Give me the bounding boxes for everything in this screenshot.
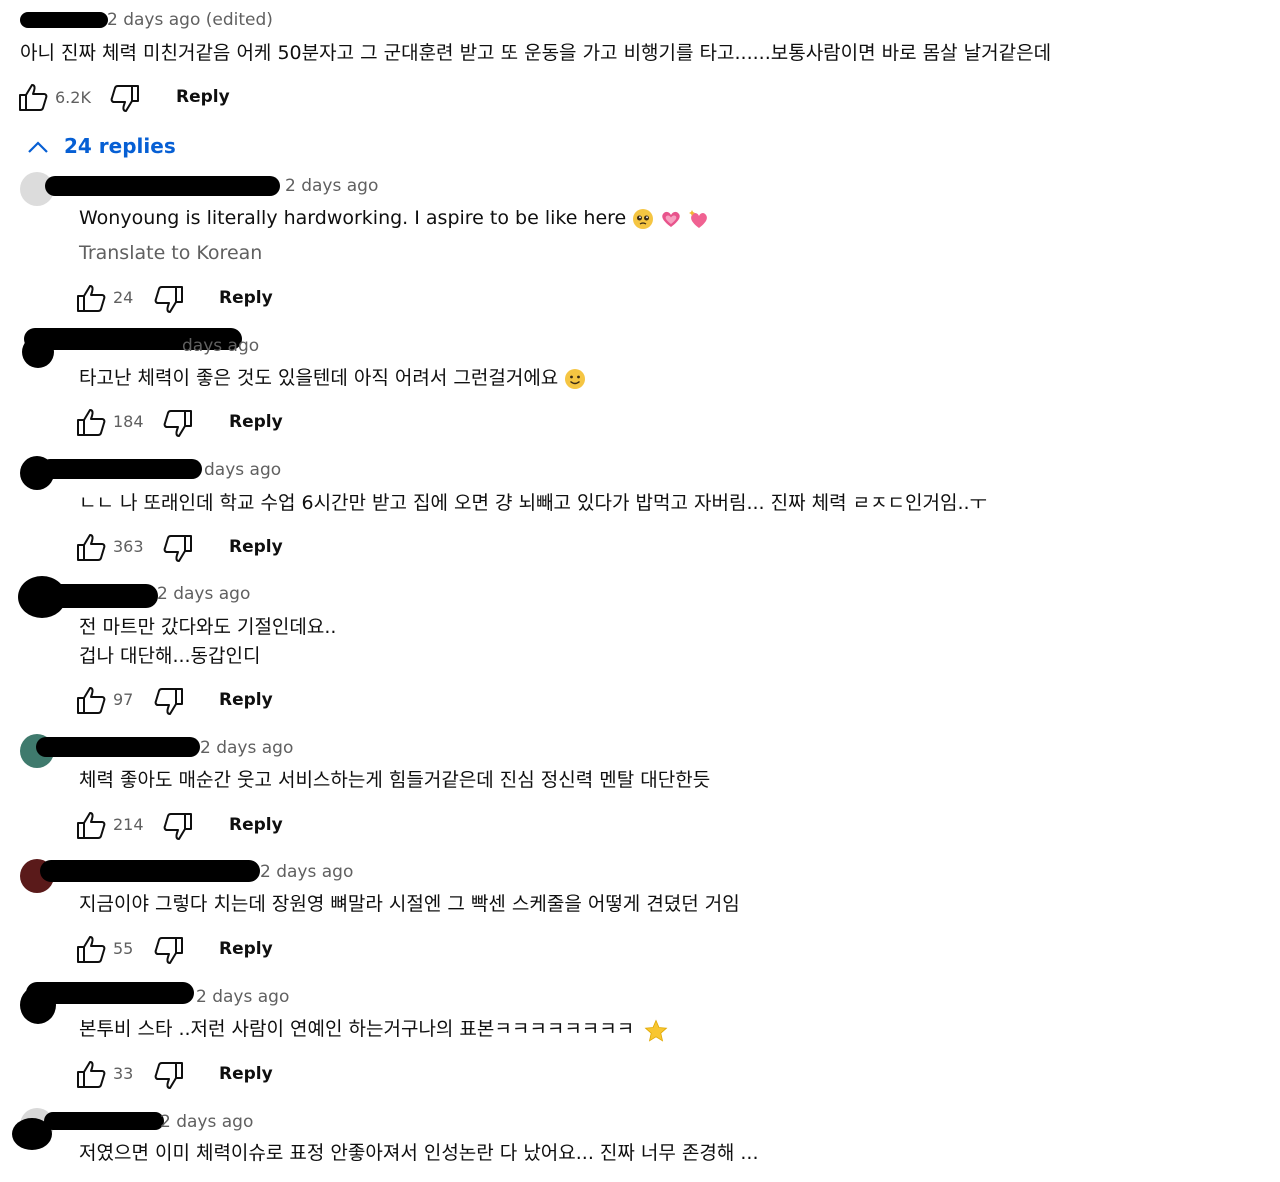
redacted-username: [40, 459, 202, 479]
reply-time: 2 days ago: [200, 738, 294, 758]
reply-text: 지금이야 그렇다 치는데 장원영 뼈말라 시절엔 그 빡센 스케줄을 어떻게 견…: [79, 893, 740, 915]
reply-button[interactable]: Reply: [219, 690, 273, 710]
thumbs-up-icon: [77, 1061, 106, 1088]
replies-toggle-button[interactable]: 24 replies: [26, 134, 176, 162]
redacted-username: [26, 982, 194, 1004]
like-count: 33: [113, 1064, 134, 1083]
reply-button[interactable]: Reply: [219, 939, 273, 959]
dislike-button[interactable]: [154, 286, 184, 314]
redacted-username: [36, 737, 200, 757]
thumbs-down-icon: [163, 813, 192, 840]
reply-time: 2 days ago: [160, 1112, 254, 1132]
like-button[interactable]: [76, 533, 106, 561]
thumbs-up-icon: [77, 285, 106, 312]
dislike-button[interactable]: [163, 535, 193, 563]
dislike-button[interactable]: [110, 85, 140, 113]
thumbs-up-icon: [77, 409, 106, 436]
redacted-username: [30, 584, 158, 608]
sparkling-heart-emoji-icon: [688, 208, 710, 230]
like-count: 55: [113, 939, 134, 958]
heart-emoji-icon: [660, 208, 682, 230]
thumbs-down-icon: [154, 937, 183, 964]
like-button[interactable]: [76, 284, 106, 312]
like-button[interactable]: [76, 686, 106, 714]
dislike-button[interactable]: [154, 688, 184, 716]
reply-text: 체력 좋아도 매순간 웃고 서비스하는게 힘들거같은데 진심 정신력 멘탈 대단…: [79, 769, 711, 791]
dislike-button[interactable]: [163, 813, 193, 841]
translate-link[interactable]: Translate to Korean: [79, 242, 262, 264]
reply-text: 타고난 체력이 좋은 것도 있을텐데 아직 어려서 그런걸거에요: [79, 364, 586, 393]
reply-text: 저였으면 이미 체력이슈로 표정 안좋아져서 인성논란 다 났어요... 진짜 …: [79, 1142, 759, 1164]
redacted-username: [45, 176, 280, 196]
thumbs-up-icon: [77, 936, 106, 963]
reply-button[interactable]: Reply: [219, 288, 273, 308]
dislike-button[interactable]: [154, 937, 184, 965]
reply-text: 전 마트만 갔다와도 기절인데요..: [79, 616, 337, 638]
like-button[interactable]: [76, 935, 106, 963]
reply-time: 2 days ago: [196, 987, 290, 1007]
thumbs-down-icon: [154, 286, 183, 313]
reply-text: 본투비 스타 ..저런 사람이 연예인 하는거구나의 표본ㅋㅋㅋㅋㅋㅋㅋㅋ: [79, 1015, 668, 1044]
reply-time: days ago: [182, 336, 260, 356]
reply-button[interactable]: Reply: [229, 537, 283, 557]
like-button[interactable]: [76, 811, 106, 839]
thumbs-up-icon: [77, 534, 106, 561]
like-count: 363: [113, 537, 144, 556]
dislike-button[interactable]: [163, 410, 193, 438]
reply-time: days ago: [204, 460, 282, 480]
reply-text: Wonyoung is literally hardworking. I asp…: [79, 204, 710, 233]
reply-button[interactable]: Reply: [229, 815, 283, 835]
reply-text-content: Wonyoung is literally hardworking. I asp…: [79, 207, 627, 229]
reply-button[interactable]: Reply: [219, 1064, 273, 1084]
thumbs-down-icon: [163, 410, 192, 437]
thumbs-up-icon: [77, 812, 106, 839]
reply-text: ㄴㄴ 나 또래인데 학교 수업 6시간만 받고 집에 오면 걍 뇌빼고 있다가 …: [79, 492, 988, 514]
reply-button[interactable]: Reply: [229, 412, 283, 432]
star-emoji-icon: [644, 1018, 668, 1042]
like-button[interactable]: [76, 408, 106, 436]
like-count: 184: [113, 412, 144, 431]
redacted-username: [20, 12, 108, 28]
chevron-up-icon: [28, 141, 48, 153]
reply-button[interactable]: Reply: [176, 87, 230, 107]
like-count: 214: [113, 815, 144, 834]
thumbs-down-icon: [154, 688, 183, 715]
like-count: 24: [113, 288, 134, 307]
reply-text-content: 타고난 체력이 좋은 것도 있을텐데 아직 어려서 그런걸거에요: [79, 367, 559, 389]
like-count: 97: [113, 690, 134, 709]
reply-text-line-2: 겁나 대단해...동갑인디: [79, 645, 261, 667]
smiling-face-emoji-icon: [564, 368, 586, 390]
like-button[interactable]: [76, 1060, 106, 1088]
dislike-button[interactable]: [154, 1062, 184, 1090]
reply-time: 2 days ago: [157, 584, 251, 604]
reply-text-content: 본투비 스타 ..저런 사람이 연예인 하는거구나의 표본ㅋㅋㅋㅋㅋㅋㅋㅋ: [79, 1018, 635, 1040]
redacted-username: [44, 1112, 164, 1130]
thumbs-down-icon: [110, 85, 139, 112]
comment-time: 2 days ago (edited): [107, 10, 273, 30]
pleading-face-emoji-icon: [632, 208, 654, 230]
thumbs-up-icon: [77, 687, 106, 714]
redacted-username: [40, 860, 260, 882]
comment-text: 아니 진짜 체력 미친거같음 어케 50분자고 그 군대훈련 받고 또 운동을 …: [20, 42, 1052, 64]
thumbs-down-icon: [163, 535, 192, 562]
reply-time: 2 days ago: [285, 176, 379, 196]
thumbs-up-icon: [19, 84, 48, 111]
reply-time: 2 days ago: [260, 862, 354, 882]
like-count: 6.2K: [55, 88, 91, 107]
replies-count-label: 24 replies: [64, 134, 176, 158]
thumbs-down-icon: [154, 1062, 183, 1089]
like-button[interactable]: [18, 83, 48, 111]
